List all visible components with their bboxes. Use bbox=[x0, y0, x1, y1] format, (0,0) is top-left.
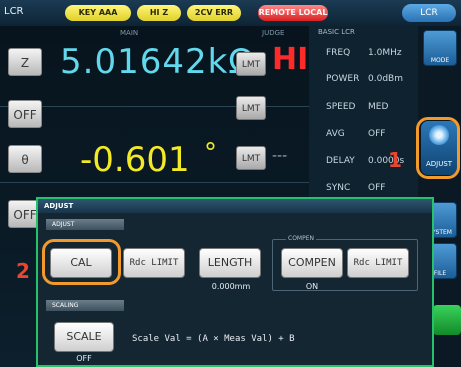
top-status-bar: LCR KEY AAA HI Z 2CV ERR REMOTE LOCAL LC… bbox=[0, 0, 461, 26]
section-scaling: SCALING bbox=[46, 300, 124, 311]
length-button[interactable]: LENGTH bbox=[199, 248, 261, 278]
judge-label: JUDGE bbox=[262, 29, 285, 37]
phase-unit: ° bbox=[204, 138, 217, 168]
adjust-dialog: ADJUST ADJUST COMPEN CAL Rdc LIMIT LENGT… bbox=[36, 197, 434, 367]
setting-freq-value: 1.0MHz bbox=[368, 48, 402, 58]
green-action-button[interactable] bbox=[433, 305, 461, 335]
setting-avg-value: OFF bbox=[368, 129, 386, 139]
adjust-dialog-title: ADJUST bbox=[38, 199, 432, 213]
setting-freq-label: FREQ bbox=[326, 48, 351, 58]
scale-button[interactable]: SCALE bbox=[54, 322, 114, 352]
impedance-value: 5.01642kΩ bbox=[60, 42, 256, 82]
limit-button-2[interactable]: LMT bbox=[236, 96, 266, 120]
lcr-tab[interactable]: LCR bbox=[402, 4, 456, 22]
settings-title: BASIC LCR bbox=[318, 28, 355, 36]
setting-sync-label: SYNC bbox=[326, 183, 351, 193]
compen-button[interactable]: COMPEN bbox=[281, 248, 343, 278]
menu-mode-button[interactable]: MODE bbox=[423, 30, 457, 66]
setting-delay-label: DELAY bbox=[326, 156, 355, 166]
mode-label: LCR bbox=[4, 6, 24, 17]
setting-speed-value: MED bbox=[368, 102, 389, 112]
rdc-limit-button-2[interactable]: Rdc LIMIT bbox=[347, 248, 409, 278]
setting-avg-label: AVG bbox=[326, 129, 345, 139]
instrument-screen: LCR KEY AAA HI Z 2CV ERR REMOTE LOCAL LC… bbox=[0, 0, 461, 367]
callout-1: 1 bbox=[388, 148, 402, 172]
remote-local-badge[interactable]: REMOTE LOCAL bbox=[258, 5, 328, 21]
compen-group-label: COMPEN bbox=[286, 235, 316, 242]
divider bbox=[0, 182, 309, 183]
indicator-hi-z: HI Z bbox=[137, 5, 181, 21]
indicator-2cv-err: 2CV ERR bbox=[187, 5, 241, 21]
callout-2: 2 bbox=[16, 259, 30, 283]
param2-theta-button[interactable]: θ bbox=[8, 145, 42, 173]
limit-button-1[interactable]: LMT bbox=[236, 52, 266, 76]
setting-speed-label: SPEED bbox=[326, 102, 356, 112]
scale-value: OFF bbox=[76, 354, 92, 363]
rdc-limit-button[interactable]: Rdc LIMIT bbox=[123, 248, 185, 278]
phase-value: -0.601 bbox=[80, 140, 190, 180]
adjust-highlight bbox=[416, 117, 460, 179]
compen-value: ON bbox=[305, 282, 319, 291]
indicator-key: KEY AAA bbox=[65, 5, 131, 21]
scale-formula: Scale Val = (A × Meas Val) + B bbox=[132, 334, 295, 344]
setting-power-value: 0.0dBm bbox=[368, 74, 403, 84]
param1-z-button[interactable]: Z bbox=[8, 48, 42, 76]
setting-sync-value: OFF bbox=[368, 183, 386, 193]
param-off-button[interactable]: OFF bbox=[8, 100, 42, 128]
length-value: 0.000mm bbox=[211, 282, 251, 291]
judge-none: --- bbox=[272, 148, 288, 164]
main-label: MAIN bbox=[120, 29, 139, 37]
cal-highlight bbox=[42, 239, 121, 285]
limit-button-3[interactable]: LMT bbox=[236, 146, 266, 170]
section-adjust: ADJUST bbox=[46, 219, 124, 230]
setting-power-label: POWER bbox=[326, 74, 360, 84]
judge-hi: HI bbox=[272, 42, 309, 77]
